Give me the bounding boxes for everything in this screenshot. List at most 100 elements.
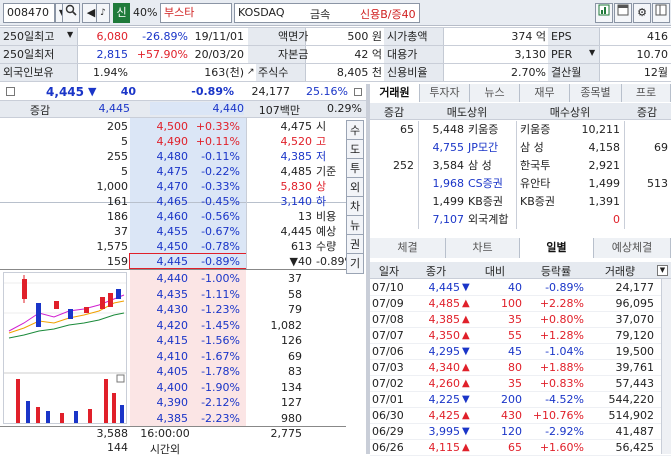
expand-icon[interactable] <box>354 88 362 96</box>
daily-tab-3[interactable]: 예상체결 <box>594 238 671 258</box>
daily-row[interactable]: 06/29 3,995 ▼ 120 -2.92% 41,487 <box>370 423 671 440</box>
tab-4[interactable]: 종목별 <box>570 84 622 102</box>
day-close: 4,225 <box>428 393 461 406</box>
chevron-down-icon[interactable]: ▼ <box>67 30 73 39</box>
info-value: 3,130 <box>514 48 547 61</box>
info-value: -26.89% <box>142 30 188 43</box>
daily-row[interactable]: 07/07 4,350 ▲ 55 +1.28% 79,120 <box>370 327 671 344</box>
daily-tab-1[interactable]: 차트 <box>446 238 520 258</box>
info-value: 416 <box>647 30 668 43</box>
side-tab[interactable]: 뉴 <box>346 215 364 236</box>
daily-row[interactable]: 06/30 4,425 ▲ 430 +10.76% 514,902 <box>370 407 671 424</box>
bid-price[interactable]: 4,435 <box>130 286 189 303</box>
bid-price[interactable]: 4,400 <box>130 379 189 396</box>
day-close: 4,340 <box>428 361 461 374</box>
side-tab[interactable]: 외 <box>346 177 364 198</box>
daily-row[interactable]: 07/02 4,260 ▲ 35 +0.83% 57,443 <box>370 375 671 392</box>
ask-qty: 159 <box>107 255 128 268</box>
footer-time: 16:00:00 <box>140 427 190 440</box>
bid-price[interactable]: 4,410 <box>130 348 189 365</box>
daily-tab-0[interactable]: 체결 <box>370 238 446 258</box>
daily-row[interactable]: 06/26 4,115 ▲ 65 +1.60% 56,425 <box>370 439 671 456</box>
stock-code-input[interactable]: 008470 <box>3 3 55 23</box>
header-cell: 종가 <box>425 265 447 278</box>
bid-qty: 69 <box>288 349 302 363</box>
day-rate: +1.28% <box>539 329 584 342</box>
chart-icon[interactable] <box>595 3 613 23</box>
up-arrow-icon: ▲ <box>462 362 470 373</box>
bid-price[interactable]: 4,430 <box>130 301 189 318</box>
broker-row[interactable]: 4,755 JP모간 삼 성 4,158 69 <box>370 139 671 156</box>
day-close: 4,350 <box>428 329 461 342</box>
header-cell: 등락률 <box>540 265 572 278</box>
info-value: 8,405 천 <box>336 66 382 79</box>
broker-row[interactable]: 65 5,448 키움증 키움증 10,211 <box>370 121 671 138</box>
daily-row[interactable]: 07/09 4,485 ▲ 100 +2.28% 96,095 <box>370 295 671 312</box>
info-value: 1.94% <box>93 66 128 79</box>
summary-bid: 4,440 <box>150 102 244 115</box>
daily-row[interactable]: 07/08 4,385 ▲ 35 +0.80% 37,070 <box>370 311 671 328</box>
side-tab[interactable]: 권 <box>346 234 364 255</box>
info-value: 500 원 <box>347 30 382 43</box>
tab-0[interactable]: 거래원 <box>370 84 420 102</box>
quote-summary <box>246 118 346 270</box>
day-change: 40 <box>508 281 522 294</box>
orderbook-footer: 3,588 16:00:00 2,775 144 시간외 <box>0 426 346 456</box>
bid-price[interactable]: 4,415 <box>130 332 189 349</box>
bid-price[interactable]: 4,385 <box>130 410 189 427</box>
broker-diff: 65 <box>400 123 414 136</box>
broker-row[interactable]: 252 3,584 삼 성 한국투 2,921 <box>370 157 671 174</box>
daily-row[interactable]: 07/06 4,295 ▼ 45 -1.04% 19,500 <box>370 343 671 360</box>
gear-icon[interactable]: ⚙ <box>633 3 651 23</box>
summary-bar: 증감 4,445 4,440 107백만 0.29% <box>0 101 366 118</box>
day-rate: +10.76% <box>532 409 584 422</box>
sound-icon[interactable]: ♪ <box>96 3 110 23</box>
day-date: 07/09 <box>372 297 404 310</box>
sidebar-toggle-icon[interactable] <box>652 3 670 23</box>
broker-row[interactable]: 1,968 CS증권 유안타 1,499 513 <box>370 175 671 192</box>
daily-tab-2[interactable]: 일별 <box>520 238 594 258</box>
side-tab[interactable]: 투 <box>346 158 364 179</box>
day-date: 06/29 <box>372 425 404 438</box>
side-tab[interactable]: 도 <box>346 139 364 160</box>
day-volume: 19,500 <box>615 345 655 358</box>
tab-2[interactable]: 뉴스 <box>470 84 520 102</box>
broker-row[interactable]: 1,499 KB증권 KB증권 1,391 <box>370 193 671 210</box>
day-close: 4,485 <box>428 297 461 310</box>
tab-3[interactable]: 재무 <box>520 84 570 102</box>
day-close: 3,995 <box>428 425 461 438</box>
chevron-down-icon[interactable]: ▼ <box>657 265 668 276</box>
info-value: 42 억 <box>354 48 382 61</box>
credit-badge: 신 <box>113 3 130 23</box>
tab-5[interactable]: 프로 <box>622 84 671 102</box>
day-date: 07/08 <box>372 313 404 326</box>
bid-price[interactable]: 4,405 <box>130 363 189 380</box>
daily-row[interactable]: 07/01 4,225 ▼ 200 -4.52% 544,220 <box>370 391 671 408</box>
day-volume: 24,177 <box>615 281 655 294</box>
day-close: 4,425 <box>428 409 461 422</box>
sell-broker: 키움증 <box>468 123 499 136</box>
bid-price[interactable]: 4,390 <box>130 394 189 411</box>
bid-price[interactable]: 4,420 <box>130 317 189 334</box>
summary-label: 증감 <box>29 104 51 117</box>
side-tab[interactable]: 기 <box>346 253 364 274</box>
day-change: 55 <box>508 329 522 342</box>
daily-row[interactable]: 07/03 4,340 ▲ 80 +1.88% 39,761 <box>370 359 671 376</box>
side-tab[interactable]: 차 <box>346 196 364 217</box>
broker-row[interactable]: 7,107 외국계합 0 <box>370 211 671 228</box>
search-icon[interactable] <box>62 3 80 23</box>
time-label: 시간외 <box>149 443 181 456</box>
summary-ask: 4,445 <box>98 102 131 115</box>
side-tab[interactable]: 수 <box>346 120 364 141</box>
stock-name[interactable]: 부스타 <box>160 3 232 23</box>
scrollbar[interactable] <box>661 279 671 454</box>
day-rate: -1.04% <box>545 345 584 358</box>
summary-pct: 0.29% <box>327 102 362 115</box>
bid-price[interactable]: 4,440 <box>130 270 189 287</box>
day-rate: +0.80% <box>539 313 584 326</box>
window-icon[interactable] <box>614 3 632 23</box>
daily-row[interactable]: 07/10 4,445 ▼ 40 -0.89% 24,177 <box>370 279 671 296</box>
down-arrow-icon: ▼ <box>462 394 470 405</box>
tab-1[interactable]: 투자자 <box>420 84 470 102</box>
chevron-down-icon[interactable]: ▼ <box>589 48 595 57</box>
